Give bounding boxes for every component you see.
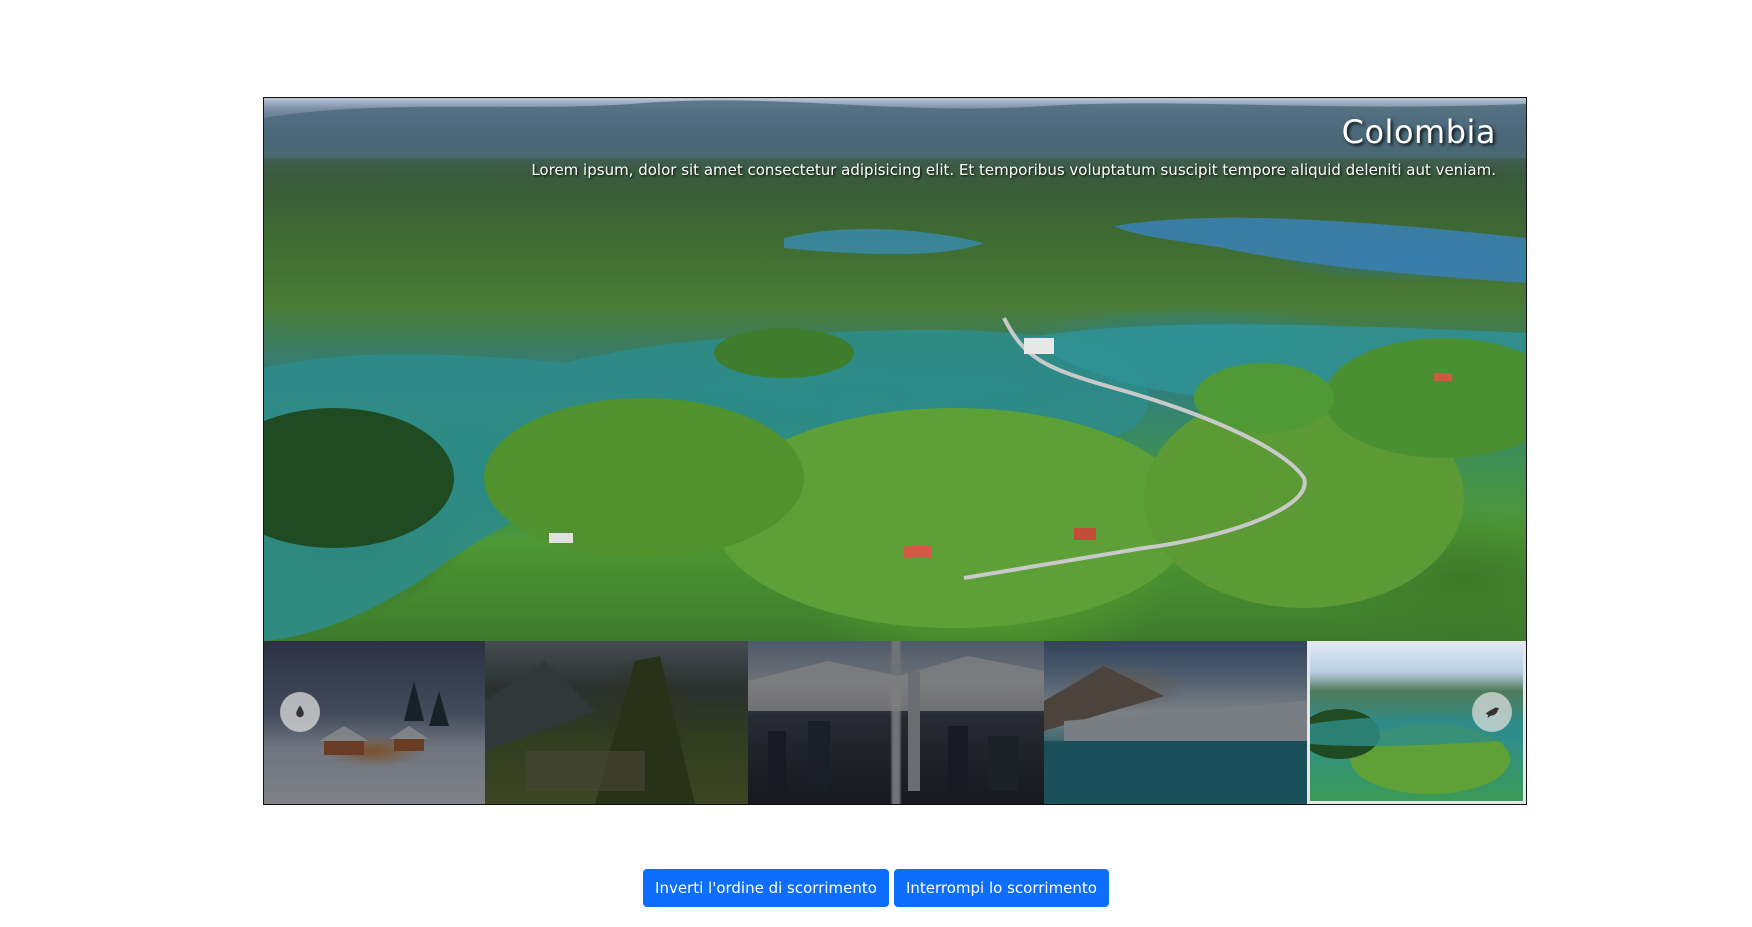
reverse-order-button[interactable]: Inverti l'ordine di scorrimento (643, 869, 889, 907)
slide-description: Lorem ipsum, dolor sit amet consectetur … (531, 161, 1496, 179)
thumbnail-glacier[interactable] (1044, 641, 1307, 804)
drop-icon (296, 705, 304, 718)
main-slide-image: Colombia Lorem ipsum, dolor sit amet con… (264, 98, 1526, 641)
slider-controls: Inverti l'ordine di scorrimento Interrom… (0, 869, 1752, 907)
image-slider: Colombia Lorem ipsum, dolor sit amet con… (263, 97, 1527, 805)
stop-scrolling-button[interactable]: Interrompi lo scorrimento (893, 869, 1109, 907)
thumbnail-strip (264, 641, 1526, 804)
glacier-image (1044, 666, 1307, 804)
slide-title: Colombia (1341, 113, 1496, 151)
thumbnail-city-skyline[interactable] (748, 641, 1044, 804)
next-button[interactable] (1472, 692, 1512, 732)
slide-caption: Colombia Lorem ipsum, dolor sit amet con… (531, 113, 1496, 179)
bird-icon (1486, 707, 1500, 718)
landscape-image (264, 100, 1526, 641)
machu-picchu-image (485, 656, 695, 804)
previous-button[interactable] (280, 692, 320, 732)
thumbnail-machu-picchu[interactable] (485, 641, 748, 804)
city-skyline-image (748, 656, 1044, 791)
